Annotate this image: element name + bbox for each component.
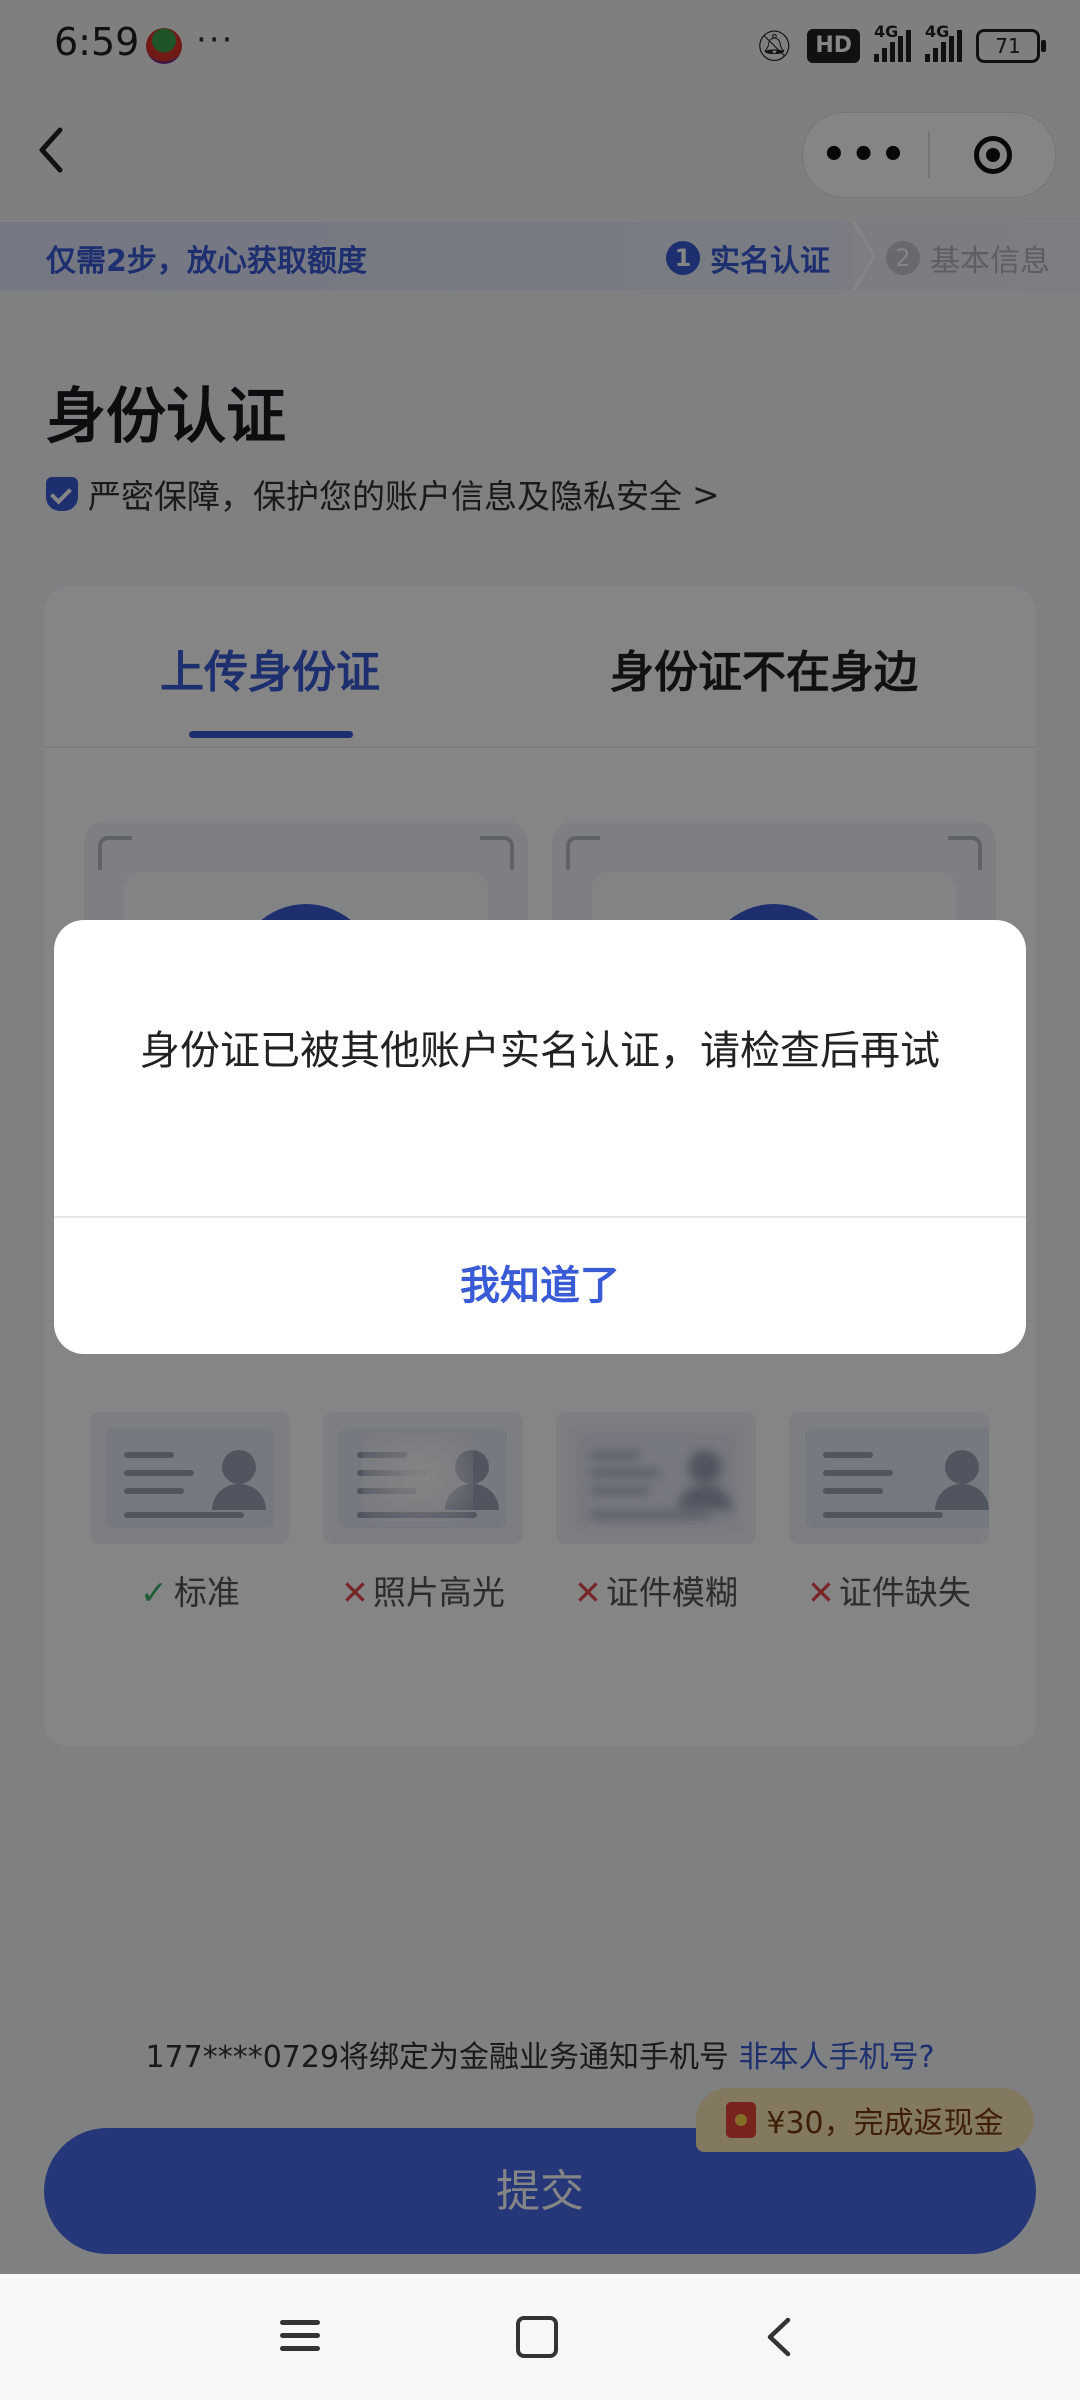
system-back-icon[interactable] bbox=[756, 2312, 806, 2362]
dialog-confirm-button[interactable]: 我知道了 bbox=[54, 1218, 1026, 1354]
dialog-message: 身份证已被其他账户实名认证，请检查后再试 bbox=[140, 1028, 940, 1074]
system-nav-bar bbox=[0, 2274, 1080, 2400]
alert-dialog: 身份证已被其他账户实名认证，请检查后再试 我知道了 bbox=[54, 920, 1026, 1354]
menu-icon[interactable] bbox=[280, 2312, 330, 2362]
chevron-left-icon bbox=[767, 2317, 791, 2357]
home-icon[interactable] bbox=[516, 2312, 566, 2362]
